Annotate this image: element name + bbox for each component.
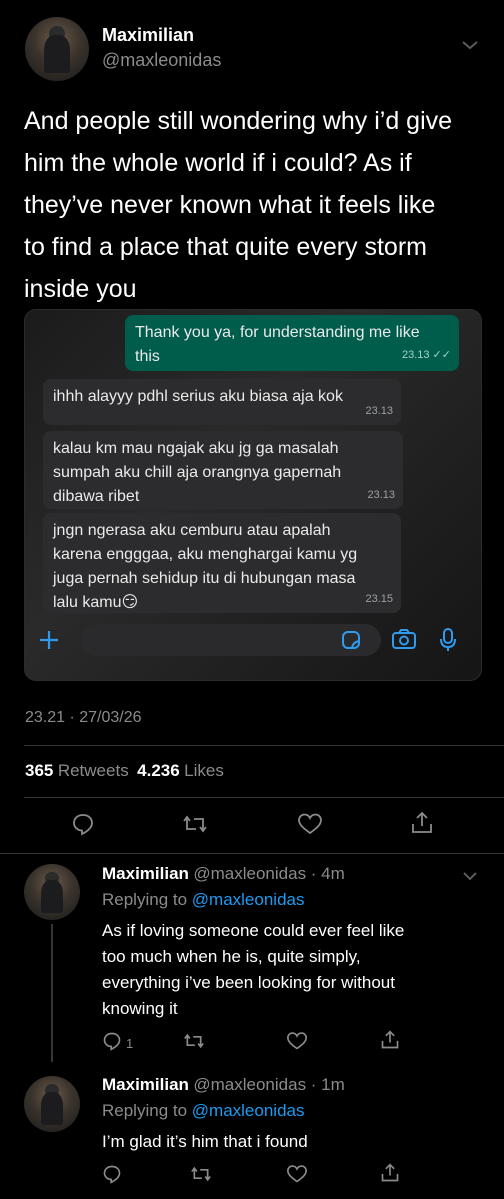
replying-prefix: Replying to bbox=[102, 1101, 192, 1120]
chat-time: 23.13 bbox=[365, 405, 393, 417]
reply-author-name[interactable]: Maximilian bbox=[102, 864, 189, 883]
chat-line: ihhh alayyy pdhl serius aku biasa aja ko… bbox=[53, 388, 343, 405]
avatar[interactable] bbox=[24, 864, 80, 920]
reply-author-handle[interactable]: @maxleonidas · 1m bbox=[193, 1075, 344, 1094]
thread-line bbox=[51, 924, 53, 1062]
tweet-text-line: they’ve never known what it feels like bbox=[24, 191, 436, 219]
reply-text: I’m glad it’s him that i found bbox=[102, 1129, 497, 1155]
share-icon[interactable] bbox=[410, 810, 434, 841]
chat-input-field bbox=[81, 624, 381, 656]
chat-line: kalau km mau ngajak aku jg ga masalah bbox=[53, 440, 339, 457]
reply-count: 1 bbox=[126, 1036, 134, 1051]
divider bbox=[24, 797, 504, 798]
reply-header: Maximilian @maxleonidas · 4m bbox=[102, 864, 345, 884]
chat-time: 23.13 bbox=[367, 489, 395, 501]
tweet-text-line: him the whole world if i could? As if bbox=[24, 149, 412, 177]
avatar[interactable] bbox=[24, 1076, 80, 1132]
retweets-label[interactable]: Retweets bbox=[58, 761, 129, 780]
like-icon[interactable] bbox=[297, 812, 323, 841]
chat-line: karena engggaa, aku menghargai kamu yg bbox=[53, 546, 358, 563]
reply-icon[interactable] bbox=[71, 812, 95, 841]
chat-line: lalu kamu😏 bbox=[53, 594, 139, 611]
chevron-down-icon[interactable] bbox=[462, 868, 478, 886]
divider bbox=[0, 853, 504, 854]
chat-line: jngn ngerasa aku cemburu atau apalah bbox=[53, 522, 331, 539]
tweet-text: And people still wondering why i’d give … bbox=[24, 100, 494, 310]
tweet-text-line: And people still wondering why i’d give bbox=[24, 107, 453, 135]
author-handle[interactable]: @maxleonidas bbox=[102, 50, 221, 71]
like-icon[interactable] bbox=[286, 1164, 308, 1189]
retweet-count[interactable]: 365 bbox=[25, 761, 53, 780]
replying-to: Replying to @maxleonidas bbox=[102, 1101, 304, 1121]
reply-author-name[interactable]: Maximilian bbox=[102, 1075, 189, 1094]
sticker-icon bbox=[341, 630, 361, 655]
retweet-icon[interactable] bbox=[190, 1164, 212, 1189]
chat-line: sumpah aku chill aja orangnya gapernah bbox=[53, 464, 342, 481]
attached-chat-screenshot[interactable]: Thank you ya, for understanding me like … bbox=[24, 309, 482, 681]
retweet-icon[interactable] bbox=[182, 812, 208, 841]
reply-text-line: knowing it bbox=[102, 999, 178, 1018]
tweet-stats: 365 Retweets 4.236 Likes bbox=[25, 761, 224, 781]
reply-author-handle[interactable]: @maxleonidas · 4m bbox=[193, 864, 344, 883]
share-icon[interactable] bbox=[380, 1162, 400, 1189]
chat-bubble-incoming: kalau km mau ngajak aku jg ga masalah su… bbox=[43, 431, 403, 509]
reply-text-line: too much when he is, quite simply, bbox=[102, 947, 361, 966]
retweet-icon[interactable] bbox=[183, 1031, 205, 1056]
replying-prefix: Replying to bbox=[102, 890, 192, 909]
chat-line: juga pernah sehidup itu di hubungan masa bbox=[53, 570, 356, 587]
chat-line: dibawa ribet bbox=[53, 488, 140, 505]
chat-time: 23.15 bbox=[365, 593, 393, 605]
chat-bubble-incoming: jngn ngerasa aku cemburu atau apalah kar… bbox=[43, 513, 401, 613]
reply-text-line: As if loving someone could ever feel lik… bbox=[102, 921, 405, 940]
chat-time: 23.13 ✓✓ bbox=[401, 349, 451, 361]
reply-text-line: everything i’ve been looking for without bbox=[102, 973, 395, 992]
replying-to-link[interactable]: @maxleonidas bbox=[192, 1101, 305, 1120]
reply-text: As if loving someone could ever feel lik… bbox=[102, 918, 497, 1022]
reply-icon[interactable] bbox=[102, 1164, 122, 1189]
avatar[interactable] bbox=[25, 17, 89, 81]
chevron-down-icon[interactable] bbox=[461, 38, 479, 56]
likes-label[interactable]: Likes bbox=[184, 761, 224, 780]
chat-bubble-outgoing: Thank you ya, for understanding me like … bbox=[125, 315, 459, 371]
like-count[interactable]: 4.236 bbox=[137, 761, 180, 780]
like-icon[interactable] bbox=[286, 1031, 308, 1056]
chat-line: Thank you ya, for understanding me like bbox=[135, 324, 420, 341]
replying-to-link[interactable]: @maxleonidas bbox=[192, 890, 305, 909]
tweet-text-line: inside you bbox=[24, 275, 137, 303]
author-name[interactable]: Maximilian bbox=[102, 25, 194, 46]
reply-icon[interactable] bbox=[102, 1031, 122, 1056]
divider bbox=[24, 745, 504, 746]
reply-text-line: I’m glad it’s him that i found bbox=[102, 1132, 308, 1151]
microphone-icon bbox=[439, 627, 457, 658]
chat-bubble-incoming: ihhh alayyy pdhl serius aku biasa aja ko… bbox=[43, 379, 401, 425]
replying-to: Replying to @maxleonidas bbox=[102, 890, 304, 910]
share-icon[interactable] bbox=[380, 1029, 400, 1056]
plus-icon bbox=[37, 628, 61, 657]
reply-header: Maximilian @maxleonidas · 1m bbox=[102, 1075, 345, 1095]
tweet-timestamp[interactable]: 23.21 · 27/03/26 bbox=[25, 709, 142, 727]
camera-icon bbox=[391, 628, 417, 655]
tweet-text-line: to find a place that quite every storm bbox=[24, 233, 427, 261]
